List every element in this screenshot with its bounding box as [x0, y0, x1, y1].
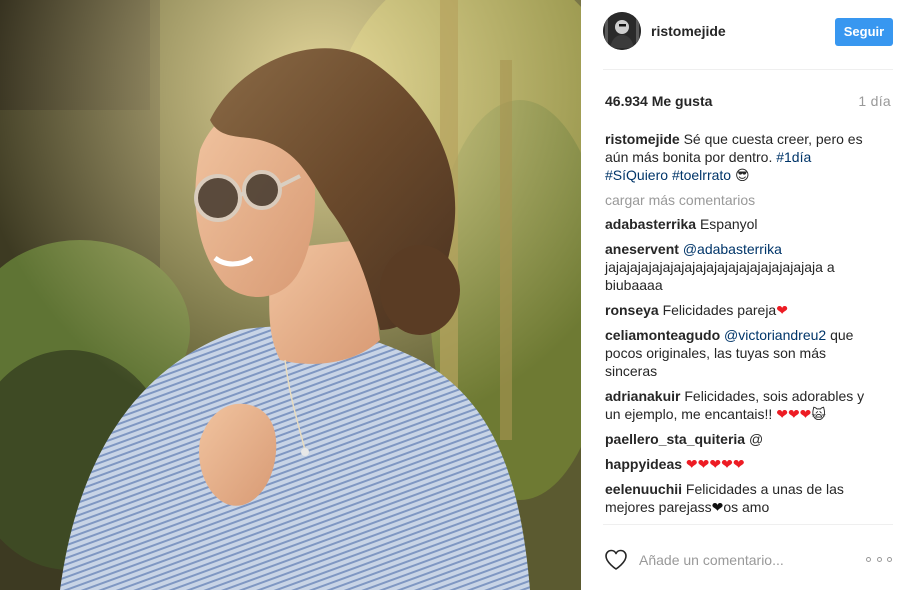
more-options-icon[interactable] — [866, 552, 892, 566]
post-details-panel: ristomejide Seguir 46.934 Me gusta 1 día… — [581, 0, 900, 590]
follow-button[interactable]: Seguir — [835, 18, 893, 46]
header-divider — [603, 69, 893, 70]
comment-username[interactable]: adrianakuir — [605, 388, 680, 404]
comment-item: happyideas ❤❤❤❤❤ — [605, 455, 871, 473]
sunglasses-emoji: 😎 — [734, 167, 750, 183]
heart-emoji: ❤ — [776, 302, 788, 318]
comment-item: celiamonteagudo @victoriandreu2 que poco… — [605, 326, 871, 380]
caption-username[interactable]: ristomejide — [605, 131, 680, 147]
load-more-comments-link[interactable]: cargar más comentarios — [605, 191, 871, 209]
comment-text: @ — [748, 431, 764, 447]
dot — [887, 556, 892, 562]
likes-count[interactable]: 46.934 Me gusta — [605, 93, 712, 109]
avatar[interactable] — [603, 12, 641, 50]
post-photo[interactable] — [0, 0, 581, 590]
photo-illustration — [0, 0, 581, 590]
comment-item: eelenuuchii Felicidades a unas de las me… — [605, 480, 871, 516]
comment-text: jajajajajajajajajajajajajajajajajajajaja… — [605, 259, 835, 293]
comment-mention-link[interactable]: @victoriandreu2 — [724, 327, 826, 343]
comment-item: aneservent @adabasterrika jajajajajajaja… — [605, 240, 871, 294]
comment-username[interactable]: eelenuuchii — [605, 481, 682, 497]
dot — [876, 556, 882, 562]
comment-item: paellero_sta_quiteria @ — [605, 430, 871, 448]
comment-text-continued: os amo — [723, 499, 770, 515]
comment-username[interactable]: celiamonteagudo — [605, 327, 720, 343]
add-comment-input[interactable] — [639, 549, 839, 571]
post-timestamp[interactable]: 1 día — [858, 93, 891, 109]
hashtag-link[interactable]: #toelrrato — [672, 167, 731, 183]
caption: ristomejide Sé que cuesta creer, pero es… — [605, 130, 871, 184]
post-header: ristomejide Seguir — [603, 12, 893, 52]
dot — [866, 556, 871, 562]
scared-cat-emoji: 🙀 — [811, 406, 827, 422]
hashtag-link[interactable]: #SíQuiero — [605, 167, 668, 183]
comments-list: ristomejide Sé que cuesta creer, pero es… — [605, 130, 871, 523]
black-heart-emoji: ❤ — [711, 499, 724, 515]
heart-emoji: ❤❤❤ — [776, 406, 812, 422]
comment-username[interactable]: happyideas — [605, 456, 682, 472]
comment-text: Espanyol — [699, 216, 758, 232]
heart-outline-icon[interactable] — [603, 547, 629, 573]
likes-row: 46.934 Me gusta 1 día — [605, 93, 893, 109]
comment-username[interactable]: ronseya — [605, 302, 659, 318]
comment-item: adabasterrika Espanyol — [605, 215, 871, 233]
comment-mention-link[interactable]: @adabasterrika — [683, 241, 782, 257]
heart-emoji: ❤❤❤❤❤ — [685, 456, 745, 472]
footer-divider — [603, 524, 893, 525]
comment-text: Felicidades pareja — [662, 302, 777, 318]
comment-username[interactable]: paellero_sta_quiteria — [605, 431, 745, 447]
comment-item: adrianakuir Felicidades, sois adorables … — [605, 387, 871, 423]
comment-username[interactable]: aneservent — [605, 241, 679, 257]
hashtag-link[interactable]: #1día — [776, 149, 811, 165]
comment-username[interactable]: adabasterrika — [605, 216, 696, 232]
post-author-username[interactable]: ristomejide — [651, 23, 726, 39]
avatar-image — [603, 12, 641, 50]
comment-item: ronseya Felicidades pareja❤ — [605, 301, 871, 319]
